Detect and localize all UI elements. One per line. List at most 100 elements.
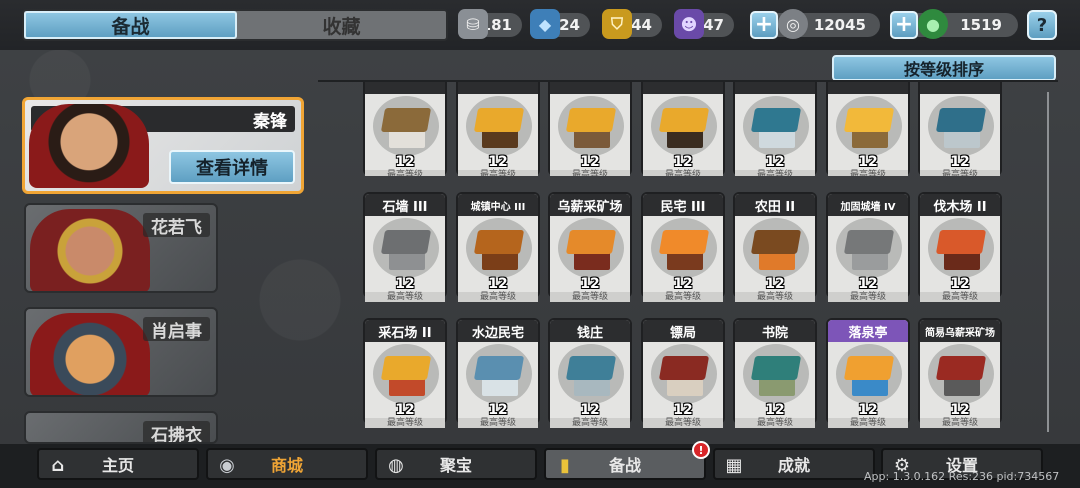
building-name: 采石场 II	[365, 320, 445, 342]
nav-label: 商城	[270, 456, 303, 475]
building-name: 乌薪采矿场	[550, 194, 630, 216]
help-button[interactable]: ?	[1027, 10, 1057, 40]
building-card[interactable]: 乌薪采矿场 12 最高等级	[548, 192, 632, 302]
max-level-label: 最高等级	[365, 292, 445, 302]
building-icon	[928, 218, 994, 278]
max-level-label: 最高等级	[643, 292, 723, 302]
divider	[318, 80, 1058, 82]
building-card[interactable]: 12 最高等级	[548, 82, 632, 176]
hero-name: 花若飞	[143, 213, 210, 238]
building-level: 12	[673, 402, 693, 418]
building-card[interactable]: 12 最高等级	[826, 82, 910, 176]
tab-collection[interactable]: 收藏	[237, 11, 446, 39]
building-icon	[928, 344, 994, 404]
building-name: 书院	[735, 320, 815, 342]
building-level: 12	[580, 154, 600, 170]
building-name: 石墙 III	[365, 194, 445, 216]
building-card[interactable]: 伐木场 II 12 最高等级	[918, 192, 1002, 302]
max-level-label: 最高等级	[920, 292, 1000, 302]
hero-card-xiaoqishi[interactable]: 肖启事	[24, 307, 218, 397]
building-name: 民宅 III	[643, 194, 723, 216]
building-icon	[651, 96, 717, 156]
building-level: 12	[858, 402, 878, 418]
building-icon	[558, 218, 624, 278]
add-jade-button[interactable]: +	[890, 11, 918, 39]
building-card[interactable]: 钱庄 12 最高等级	[548, 318, 632, 428]
gold-shield-value: 44	[631, 16, 652, 34]
nav-label: 聚宝	[439, 456, 472, 475]
purple-mask-icon: ☻	[674, 9, 704, 39]
home-icon: ⌂	[51, 454, 65, 476]
building-level: 12	[395, 154, 415, 170]
sort-by-level-button[interactable]: 按等级排序	[832, 55, 1056, 81]
building-level: 12	[950, 402, 970, 418]
building-level: 12	[765, 154, 785, 170]
max-level-label: 最高等级	[550, 418, 630, 428]
hero-card-shifuyi[interactable]: 石拂衣	[24, 411, 218, 444]
building-name: 镖局	[643, 320, 723, 342]
building-card[interactable]: 书院 12 最高等级	[733, 318, 817, 428]
tab-prepare[interactable]: 备战	[24, 11, 237, 39]
building-level: 12	[580, 276, 600, 292]
building-card[interactable]: 城镇中心 III 12 最高等级	[456, 192, 540, 302]
building-name: 城镇中心 III	[458, 194, 538, 216]
building-card[interactable]: 石墙 III 12 最高等级	[363, 192, 447, 302]
currency-silver-coin: ⛁ 3181	[458, 9, 522, 39]
view-details-button[interactable]: 查看详情	[169, 150, 295, 184]
building-card[interactable]: 加固城墙 IV 12 最高等级	[826, 192, 910, 302]
building-card[interactable]: 落泉亭 12 最高等级	[826, 318, 910, 428]
max-level-label: 最高等级	[643, 418, 723, 428]
silver-money-value: 12045	[813, 16, 866, 34]
building-card[interactable]: 民宅 III 12 最高等级	[641, 192, 725, 302]
building-card[interactable]: 农田 II 12 最高等级	[733, 192, 817, 302]
nav-shop-button[interactable]: ◉ 商城	[206, 448, 368, 480]
hero-portrait-icon	[29, 104, 149, 188]
flag-icon: ▮	[560, 454, 570, 476]
jade-icon: ●	[918, 9, 948, 39]
add-silver-money-button[interactable]: +	[750, 11, 778, 39]
hero-card-qinfeng[interactable]: 秦锋 查看详情	[22, 97, 304, 194]
max-level-label: 最高等级	[828, 292, 908, 302]
building-card[interactable]: 12 最高等级	[918, 82, 1002, 176]
building-card[interactable]: 12 最高等级	[456, 82, 540, 176]
currency-jade: + ● 1519	[890, 9, 1018, 39]
coins-icon: ◉	[219, 454, 235, 476]
max-level-label: 最高等级	[550, 292, 630, 302]
building-icon	[836, 344, 902, 404]
building-icon	[373, 218, 439, 278]
hero-portrait-icon	[30, 313, 150, 395]
building-card[interactable]: 12 最高等级	[363, 82, 447, 176]
building-card[interactable]: 12 最高等级	[733, 82, 817, 176]
building-icon	[836, 96, 902, 156]
building-icon	[466, 96, 532, 156]
building-card[interactable]: 镖局 12 最高等级	[641, 318, 725, 428]
nav-home-button[interactable]: ⌂ 主页	[37, 448, 199, 480]
building-card[interactable]: 采石场 II 12 最高等级	[363, 318, 447, 428]
nav-treasure-button[interactable]: ◍ 聚宝	[375, 448, 537, 480]
treasure-bowl-icon: ◍	[388, 454, 404, 476]
nav-prepare-button[interactable]: ▮ 备战	[544, 448, 706, 480]
building-card[interactable]: 水边民宅 12 最高等级	[456, 318, 540, 428]
nav-label: 主页	[101, 456, 134, 475]
achievement-icon: ▦	[725, 454, 743, 476]
building-icon	[836, 218, 902, 278]
building-level: 12	[673, 276, 693, 292]
building-card[interactable]: 12 最高等级	[641, 82, 725, 176]
building-icon	[466, 218, 532, 278]
blue-gem-value: 24	[559, 16, 580, 34]
scrollbar[interactable]	[1047, 92, 1049, 432]
building-name: 落泉亭	[828, 320, 908, 342]
max-level-label: 最高等级	[735, 292, 815, 302]
building-level: 12	[950, 276, 970, 292]
building-card[interactable]: 简易乌薪采矿场 12 最高等级	[918, 318, 1002, 428]
building-level: 12	[580, 402, 600, 418]
building-level: 12	[765, 402, 785, 418]
nav-achievement-button[interactable]: ▦ 成就	[713, 448, 875, 480]
max-level-label: 最高等级	[458, 292, 538, 302]
building-level: 12	[673, 154, 693, 170]
building-level: 12	[395, 402, 415, 418]
hero-card-huaruofei[interactable]: 花若飞	[24, 203, 218, 293]
building-name: 简易乌薪采矿场	[920, 320, 1000, 342]
building-icon	[558, 96, 624, 156]
blue-gem-icon: ◆	[530, 9, 560, 39]
